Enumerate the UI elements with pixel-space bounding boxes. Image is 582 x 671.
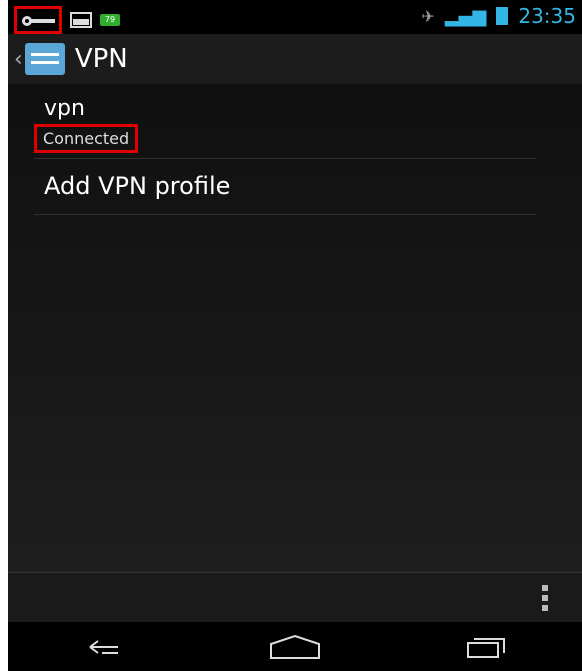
battery-icon	[496, 7, 509, 25]
phone-screen: 79 ✈ ▂▄▆ 23:35 ‹ VPN vpn Connected Add V…	[8, 0, 582, 671]
vpn-item[interactable]: vpn Connected	[34, 94, 536, 159]
action-bar: ‹ VPN	[8, 34, 582, 84]
back-icon[interactable]	[59, 629, 149, 665]
recent-apps-icon[interactable]	[441, 629, 531, 665]
status-bar: 79 ✈ ▂▄▆ 23:35	[8, 0, 582, 34]
add-vpn-profile-label: Add VPN profile	[44, 172, 231, 200]
settings-icon[interactable]	[24, 43, 65, 75]
add-vpn-profile-item[interactable]: Add VPN profile	[34, 160, 536, 215]
page-title: VPN	[74, 44, 128, 74]
clock: 23:35	[518, 4, 576, 28]
vpn-name: vpn	[44, 96, 85, 121]
overflow-menu-icon[interactable]	[542, 585, 548, 611]
bottom-bar	[8, 572, 582, 623]
vpn-key-icon	[14, 6, 62, 34]
vpn-list: vpn Connected Add VPN profile	[8, 84, 582, 572]
battery-badge-icon: 79	[100, 14, 120, 26]
vpn-status: Connected	[34, 124, 139, 153]
mute-icon: ✈	[421, 6, 435, 26]
back-chevron-icon[interactable]: ‹	[14, 47, 23, 72]
navigation-bar	[8, 622, 582, 671]
home-icon[interactable]	[250, 629, 340, 665]
picture-icon	[70, 12, 92, 28]
signal-icon: ▂▄▆	[444, 5, 487, 27]
